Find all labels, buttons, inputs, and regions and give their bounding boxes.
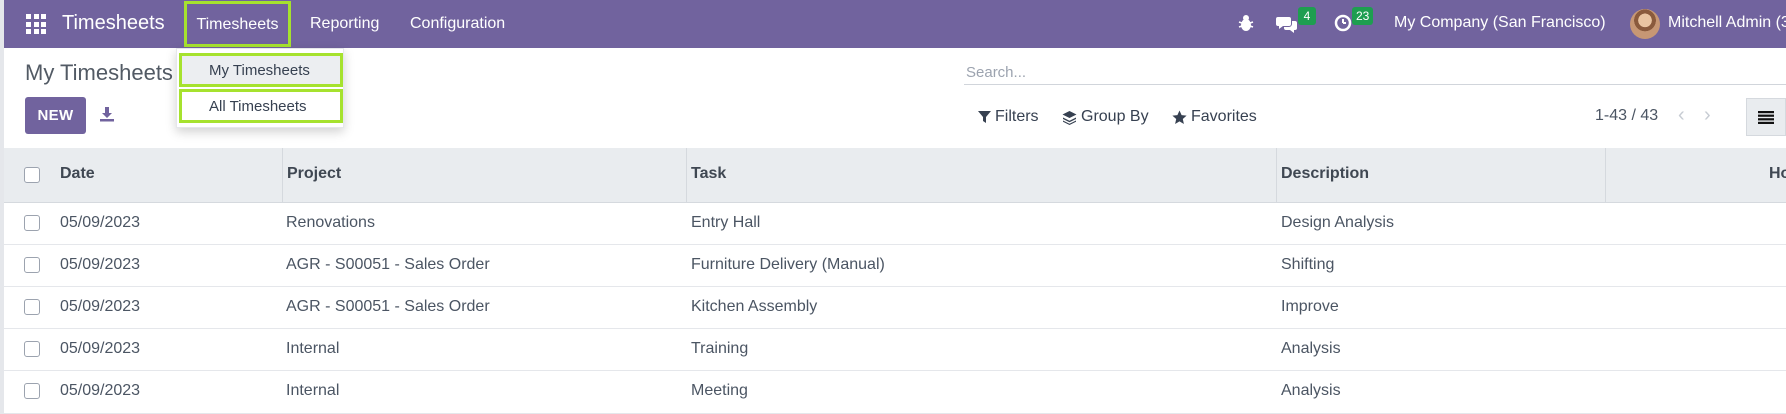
- favorites-label: Favorites: [1191, 108, 1257, 125]
- cell-description: Analysis: [1281, 382, 1341, 399]
- page-title: My Timesheets: [25, 60, 173, 85]
- menu-timesheets[interactable]: Timesheets: [184, 1, 291, 47]
- user-menu[interactable]: Mitchell Admin (3: [1668, 14, 1786, 32]
- cell-project: Internal: [286, 340, 340, 357]
- apps-grid-icon[interactable]: [26, 14, 46, 34]
- cell-task: Training: [691, 340, 749, 357]
- filters-button[interactable]: Filters: [978, 108, 1039, 126]
- pager-previous-icon[interactable]: ‹: [1678, 104, 1685, 127]
- debug-bug-icon[interactable]: [1238, 14, 1254, 32]
- column-separator: [1276, 148, 1277, 203]
- cell-date: 05/09/2023: [60, 214, 141, 231]
- column-separator: [1605, 148, 1606, 203]
- star-icon: [1172, 110, 1187, 124]
- table-row[interactable]: 05/09/2023 AGR - S00051 - Sales Order Ki…: [4, 287, 1786, 329]
- column-header-date[interactable]: Date: [60, 165, 95, 183]
- list-view-icon: [1758, 110, 1774, 124]
- filter-icon: [978, 110, 991, 123]
- table-row[interactable]: 05/09/2023 Renovations Entry Hall Design…: [4, 203, 1786, 245]
- layers-icon: [1062, 110, 1077, 125]
- cell-task: Furniture Delivery (Manual): [691, 256, 885, 273]
- cell-date: 05/09/2023: [60, 340, 141, 357]
- column-header-description[interactable]: Description: [1281, 165, 1369, 183]
- cell-task: Kitchen Assembly: [691, 298, 818, 315]
- select-all-checkbox[interactable]: [24, 167, 40, 183]
- table-row[interactable]: 05/09/2023 Internal Training Analysis: [4, 329, 1786, 371]
- cell-task: Meeting: [691, 382, 748, 399]
- download-icon[interactable]: [99, 106, 115, 122]
- search-underline: [964, 84, 1786, 85]
- timesheets-dropdown-menu: My Timesheets All Timesheets: [176, 48, 344, 128]
- app-brand[interactable]: Timesheets: [62, 12, 165, 35]
- column-separator: [686, 148, 687, 203]
- chat-icon[interactable]: [1276, 15, 1298, 33]
- new-button[interactable]: NEW: [25, 97, 86, 134]
- company-switcher[interactable]: My Company (San Francisco): [1394, 14, 1606, 32]
- cell-description: Improve: [1281, 298, 1339, 315]
- chat-count-badge: 4: [1298, 7, 1316, 25]
- pager-next-icon[interactable]: ›: [1704, 104, 1711, 127]
- column-header-task[interactable]: Task: [691, 165, 726, 183]
- cell-project: AGR - S00051 - Sales Order: [286, 298, 490, 315]
- table-row[interactable]: 05/09/2023 Internal Meeting Analysis: [4, 371, 1786, 414]
- top-navbar: Timesheets Timesheets Reporting Configur…: [4, 0, 1786, 48]
- activity-count-badge: 23: [1352, 7, 1374, 25]
- activity-clock-icon[interactable]: [1334, 14, 1352, 32]
- cell-project: Renovations: [286, 214, 375, 231]
- cell-project: AGR - S00051 - Sales Order: [286, 256, 490, 273]
- column-header-project[interactable]: Project: [287, 165, 341, 183]
- cell-date: 05/09/2023: [60, 382, 141, 399]
- table-header: Date Project Task Description Ho: [4, 148, 1786, 203]
- cell-description: Shifting: [1281, 256, 1335, 273]
- table-row[interactable]: 05/09/2023 AGR - S00051 - Sales Order Fu…: [4, 245, 1786, 287]
- row-checkbox[interactable]: [24, 215, 40, 231]
- row-checkbox[interactable]: [24, 383, 40, 399]
- column-separator: [282, 148, 283, 203]
- row-checkbox[interactable]: [24, 299, 40, 315]
- cell-description: Design Analysis: [1281, 214, 1394, 231]
- menu-configuration[interactable]: Configuration: [410, 15, 505, 33]
- cell-project: Internal: [286, 382, 340, 399]
- row-checkbox[interactable]: [24, 341, 40, 357]
- filters-label: Filters: [995, 108, 1039, 125]
- user-avatar[interactable]: [1630, 9, 1660, 39]
- menu-item-all-timesheets[interactable]: All Timesheets: [179, 89, 343, 123]
- menu-item-my-timesheets[interactable]: My Timesheets: [179, 53, 343, 87]
- group-by-label: Group By: [1081, 108, 1149, 125]
- cell-task: Entry Hall: [691, 214, 761, 231]
- menu-reporting[interactable]: Reporting: [310, 15, 379, 33]
- group-by-button[interactable]: Group By: [1062, 108, 1149, 126]
- column-header-hours[interactable]: Ho: [1769, 165, 1786, 183]
- row-checkbox[interactable]: [24, 257, 40, 273]
- list-view-button[interactable]: [1746, 98, 1786, 136]
- pager-value[interactable]: 1-43 / 43: [1595, 107, 1658, 125]
- favorites-button[interactable]: Favorites: [1172, 108, 1257, 126]
- cell-date: 05/09/2023: [60, 298, 141, 315]
- cell-description: Analysis: [1281, 340, 1341, 357]
- cell-date: 05/09/2023: [60, 256, 141, 273]
- search-input[interactable]: [966, 60, 1776, 84]
